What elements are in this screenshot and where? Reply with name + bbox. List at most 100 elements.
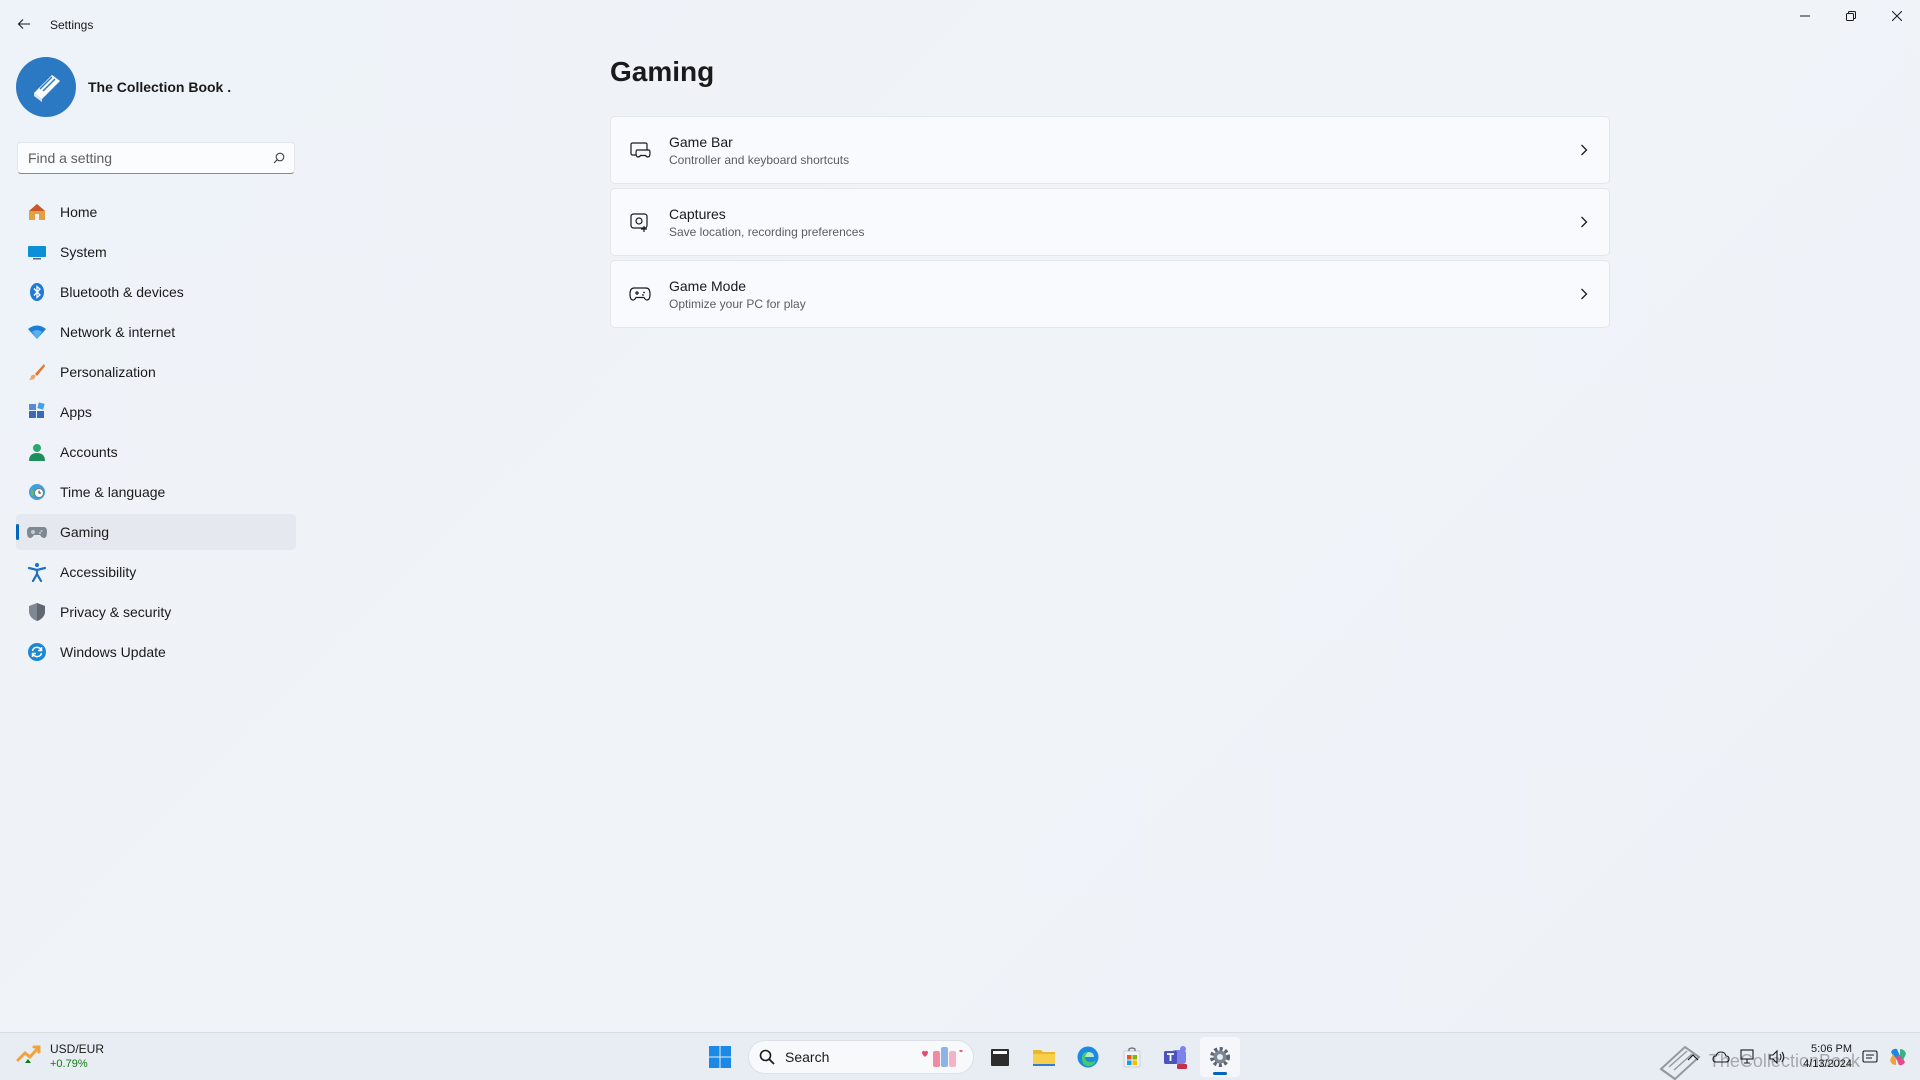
clock-date: 4/13/2024 [1803, 1058, 1852, 1070]
sidebar-item-label: Time & language [60, 484, 166, 500]
sidebar-item-network[interactable]: Network & internet [16, 314, 296, 350]
clock[interactable]: 5:06 PM 4/13/2024 [1803, 1042, 1852, 1072]
captures-card[interactable]: Captures Save location, recording prefer… [610, 188, 1610, 256]
sidebar-item-accessibility[interactable]: Accessibility [16, 554, 296, 590]
sidebar-item-bluetooth[interactable]: Bluetooth & devices [16, 274, 296, 310]
start-button[interactable] [700, 1037, 740, 1077]
settings-cards: Game Bar Controller and keyboard shortcu… [610, 116, 1610, 332]
gamepad-icon [26, 521, 48, 543]
file-manager-icon [991, 1049, 1009, 1066]
sidebar-item-label: Privacy & security [60, 604, 172, 620]
title-bar: Settings [0, 0, 1920, 48]
game-bar-icon [611, 140, 669, 160]
restore-icon [1846, 11, 1856, 21]
back-button[interactable] [12, 12, 36, 36]
profile-name: The Collection Book . [88, 79, 232, 95]
sidebar-item-gaming[interactable]: Gaming [16, 514, 296, 550]
back-arrow-icon [17, 19, 30, 29]
widget-text: USD/EUR +0.79% [50, 1042, 104, 1072]
sidebar-item-time-language[interactable]: Time & language [16, 474, 296, 510]
person-icon [26, 441, 48, 463]
taskbar-search[interactable]: Search [748, 1040, 974, 1074]
card-subtitle: Controller and keyboard shortcuts [669, 152, 850, 167]
apps-icon [26, 401, 48, 423]
update-icon [26, 641, 48, 663]
sidebar-item-privacy[interactable]: Privacy & security [16, 594, 296, 630]
file-manager-button[interactable] [980, 1037, 1020, 1077]
chevron-right-icon [1559, 288, 1609, 300]
sidebar-item-label: Home [60, 204, 98, 220]
wifi-icon [26, 321, 48, 343]
sidebar-item-label: System [60, 244, 107, 260]
page-title: Gaming [610, 56, 715, 87]
currency-chart-icon [16, 1042, 42, 1073]
sidebar-item-apps[interactable]: Apps [16, 394, 296, 430]
store-button[interactable] [1112, 1037, 1152, 1077]
clock-time: 5:06 PM [1811, 1043, 1852, 1055]
card-title: Captures [669, 205, 726, 222]
sidebar-item-label: Gaming [60, 524, 110, 540]
restore-button[interactable] [1828, 0, 1874, 32]
edge-icon [1077, 1046, 1099, 1068]
file-explorer-button[interactable] [1024, 1037, 1064, 1077]
copilot-icon[interactable] [1886, 1045, 1910, 1069]
sidebar-item-label: Network & internet [60, 324, 176, 340]
currency-widget[interactable]: USD/EUR +0.79% [16, 1039, 104, 1075]
sidebar-item-personalization[interactable]: Personalization [16, 354, 296, 390]
sidebar-item-label: Bluetooth & devices [60, 284, 184, 300]
search-input[interactable] [18, 143, 264, 173]
store-icon [1123, 1047, 1141, 1068]
taskbar: USD/EUR +0.79% Search TheCollectionBook … [0, 1032, 1920, 1080]
chevron-up-icon[interactable] [1681, 1045, 1705, 1069]
bluetooth-icon [26, 281, 48, 303]
sidebar-item-label: Accounts [60, 444, 118, 460]
minimize-icon [1800, 15, 1810, 17]
close-button[interactable] [1874, 0, 1920, 32]
sidebar-item-system[interactable]: System [16, 234, 296, 270]
window-controls [1782, 0, 1920, 32]
brush-icon [26, 361, 48, 383]
gamepad-icon [611, 285, 669, 303]
sidebar-item-label: Accessibility [60, 564, 137, 580]
start-icon [709, 1046, 731, 1068]
teams-button[interactable] [1156, 1037, 1196, 1077]
settings-search[interactable] [17, 142, 295, 174]
globe-clock-icon [26, 481, 48, 503]
volume-icon[interactable] [1765, 1045, 1789, 1069]
chevron-right-icon [1559, 216, 1609, 228]
taskbar-search-label: Search [785, 1049, 830, 1065]
onedrive-icon[interactable] [1709, 1045, 1733, 1069]
sidebar-item-label: Windows Update [60, 644, 166, 660]
card-text: Captures Save location, recording prefer… [669, 206, 1559, 239]
widget-title: USD/EUR [50, 1042, 105, 1056]
home-icon [26, 201, 48, 223]
edge-button[interactable] [1068, 1037, 1108, 1077]
settings-app-button[interactable] [1200, 1037, 1240, 1077]
notification-icon[interactable] [1858, 1045, 1882, 1069]
sidebar-nav: Home System Bluetooth & devices Network … [16, 194, 296, 674]
game-bar-card[interactable]: Game Bar Controller and keyboard shortcu… [610, 116, 1610, 184]
sidebar-item-windows-update[interactable]: Windows Update [16, 634, 296, 670]
search-icon [759, 1049, 775, 1065]
search-highlight-icon [922, 1047, 963, 1067]
folder-icon [1033, 1050, 1055, 1066]
minimize-button[interactable] [1782, 0, 1828, 32]
taskbar-apps: Search [700, 1037, 1244, 1077]
user-profile[interactable]: The Collection Book . [16, 56, 231, 118]
accessibility-icon [26, 561, 48, 583]
sidebar-item-accounts[interactable]: Accounts [16, 434, 296, 470]
network-icon[interactable] [1737, 1045, 1761, 1069]
settings-icon [1210, 1047, 1230, 1067]
search-icon [264, 152, 294, 164]
system-tray: 5:06 PM 4/13/2024 [1681, 1033, 1920, 1080]
card-text: Game Mode Optimize your PC for play [669, 278, 1559, 311]
sidebar-item-label: Personalization [60, 364, 156, 380]
game-mode-card[interactable]: Game Mode Optimize your PC for play [610, 260, 1610, 328]
avatar [16, 57, 76, 117]
sidebar-item-label: Apps [60, 404, 92, 420]
card-title: Game Mode [669, 277, 747, 294]
chevron-right-icon [1559, 144, 1609, 156]
widget-value: +0.79% [50, 1058, 88, 1070]
sidebar-item-home[interactable]: Home [16, 194, 296, 230]
card-subtitle: Save location, recording preferences [669, 224, 865, 239]
